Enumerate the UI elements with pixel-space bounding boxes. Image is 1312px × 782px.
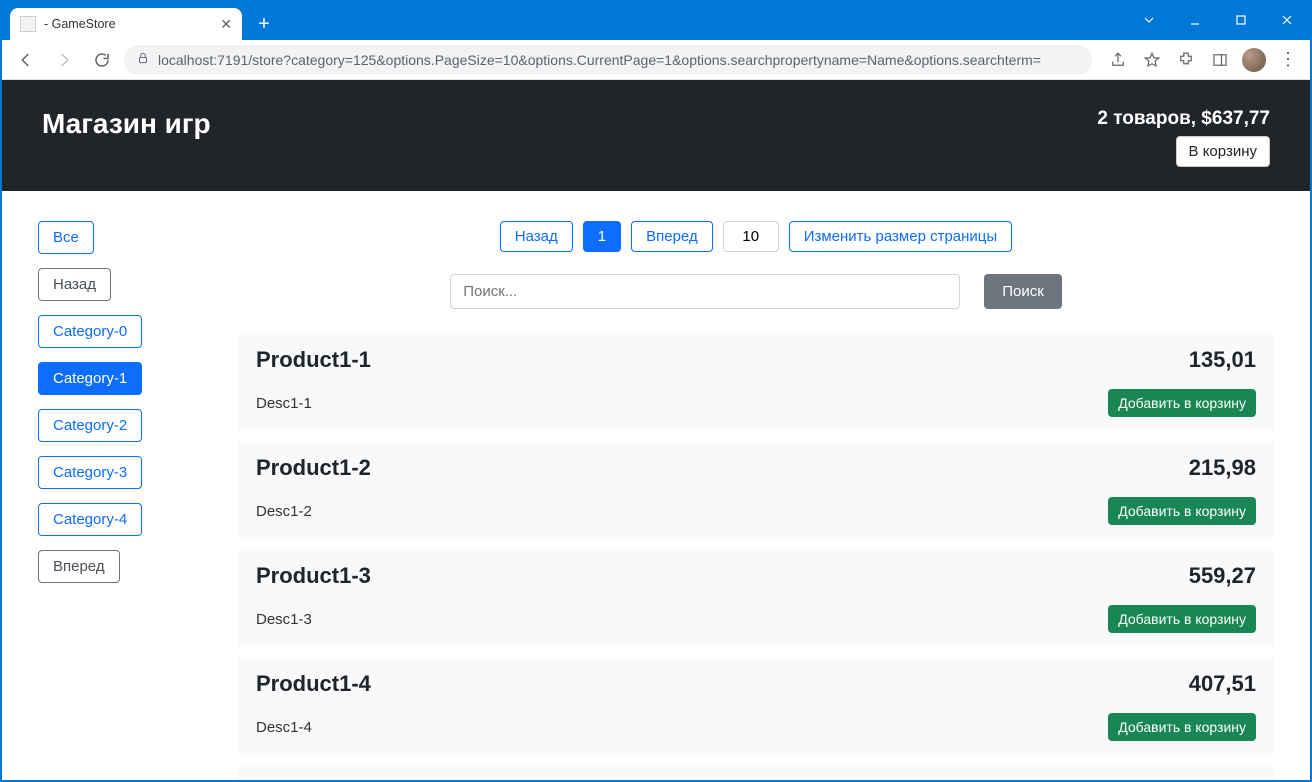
minimize-button[interactable]: [1172, 2, 1218, 38]
product-price: 135,01: [1189, 347, 1256, 373]
browser-toolbar: localhost:7191/store?category=125&option…: [2, 40, 1310, 80]
url-text: localhost:7191/store?category=125&option…: [158, 52, 1041, 68]
new-tab-button[interactable]: +: [250, 10, 278, 38]
product-price: 215,98: [1189, 455, 1256, 481]
product-card: Product1-3 559,27 Desc1-3 Добавить в корзин…: [238, 549, 1274, 647]
page-size-input[interactable]: [723, 221, 779, 252]
main: Назад 1 Вперед Изменить размер страницы …: [238, 221, 1274, 780]
product-card: Product1-4 407,51 Desc1-4 Добавить в корзин…: [238, 657, 1274, 755]
product-name: Product1-1: [256, 347, 371, 373]
search-input[interactable]: [450, 274, 960, 309]
change-page-size[interactable]: Изменить размер страницы: [789, 221, 1012, 252]
favicon: [20, 16, 36, 32]
product-card: Product1-5220,83Desc1-5Добавить в корзин…: [238, 765, 1274, 780]
product-price: 559,27: [1189, 563, 1256, 589]
category-item[interactable]: Category-3: [38, 456, 142, 489]
tab-title: - GameStore: [44, 17, 116, 31]
add-to-cart-button[interactable]: Добавить в корзину: [1108, 389, 1256, 417]
product-name: Product1-5: [256, 779, 371, 780]
sidepanel-icon[interactable]: [1206, 46, 1234, 74]
category-item[interactable]: Category-2: [38, 409, 142, 442]
cart-button[interactable]: В корзину: [1176, 136, 1270, 167]
product-desc: Desc1-1: [256, 395, 312, 412]
sidebar: Все Назад Category-0 Category-1 Category-2…: [38, 221, 188, 780]
product-price: 220,83: [1189, 779, 1256, 780]
maximize-button[interactable]: [1218, 2, 1264, 38]
site-header: Магазин игр 2 товаров, $637,77 В корзину: [2, 80, 1310, 191]
site-title: Магазин игр: [42, 108, 211, 140]
lock-icon: [136, 51, 150, 68]
add-to-cart-button[interactable]: Добавить в корзину: [1108, 605, 1256, 633]
browser-tab[interactable]: - GameStore ✕: [10, 8, 242, 40]
page-viewport[interactable]: Магазин игр 2 товаров, $637,77 В корзину…: [2, 80, 1310, 780]
toolbar-right-icons: ⋮: [1104, 46, 1302, 74]
category-forward[interactable]: Вперед: [38, 550, 120, 583]
product-card: Product1-1 135,01 Desc1-1 Добавить в корзин…: [238, 333, 1274, 431]
back-button[interactable]: [10, 44, 42, 76]
category-item[interactable]: Category-0: [38, 315, 142, 348]
page-prev[interactable]: Назад: [500, 221, 573, 252]
category-back[interactable]: Назад: [38, 268, 111, 301]
page-number[interactable]: 1: [583, 221, 621, 252]
category-item[interactable]: Category-4: [38, 503, 142, 536]
cart-summary: 2 товаров, $637,77: [1097, 108, 1270, 130]
menu-icon[interactable]: ⋮: [1274, 46, 1302, 74]
search-row: Поиск: [238, 274, 1274, 309]
reload-button[interactable]: [86, 44, 118, 76]
page-content: Все Назад Category-0 Category-1 Category-2…: [2, 191, 1310, 780]
cart-info: 2 товаров, $637,77 В корзину: [1097, 108, 1270, 167]
category-item[interactable]: Category-1: [38, 362, 142, 395]
share-icon[interactable]: [1104, 46, 1132, 74]
chevron-down-icon[interactable]: [1126, 2, 1172, 38]
product-price: 407,51: [1189, 671, 1256, 697]
browser-window: - GameStore ✕ + localhost:7191/store?cat…: [0, 0, 1312, 782]
product-card: Product1-2 215,98 Desc1-2 Добавить в корзин…: [238, 441, 1274, 539]
category-all[interactable]: Все: [38, 221, 94, 254]
product-name: Product1-4: [256, 671, 371, 697]
page-next[interactable]: Вперед: [631, 221, 713, 252]
address-bar[interactable]: localhost:7191/store?category=125&option…: [124, 45, 1092, 75]
tab-close-icon[interactable]: ✕: [220, 17, 232, 31]
extensions-icon[interactable]: [1172, 46, 1200, 74]
profile-avatar[interactable]: [1240, 46, 1268, 74]
add-to-cart-button[interactable]: Добавить в корзину: [1108, 713, 1256, 741]
product-name: Product1-2: [256, 455, 371, 481]
search-button[interactable]: Поиск: [984, 274, 1062, 309]
product-name: Product1-3: [256, 563, 371, 589]
product-desc: Desc1-2: [256, 503, 312, 520]
product-desc: Desc1-4: [256, 719, 312, 736]
star-icon[interactable]: [1138, 46, 1166, 74]
close-window-button[interactable]: [1264, 2, 1310, 38]
product-desc: Desc1-3: [256, 611, 312, 628]
forward-button[interactable]: [48, 44, 80, 76]
add-to-cart-button[interactable]: Добавить в корзину: [1108, 497, 1256, 525]
titlebar: - GameStore ✕ +: [2, 2, 1310, 40]
pagination: Назад 1 Вперед Изменить размер страницы: [238, 221, 1274, 252]
product-list: Product1-1 135,01 Desc1-1 Добавить в корзин…: [238, 333, 1274, 780]
window-controls: [1126, 2, 1310, 38]
